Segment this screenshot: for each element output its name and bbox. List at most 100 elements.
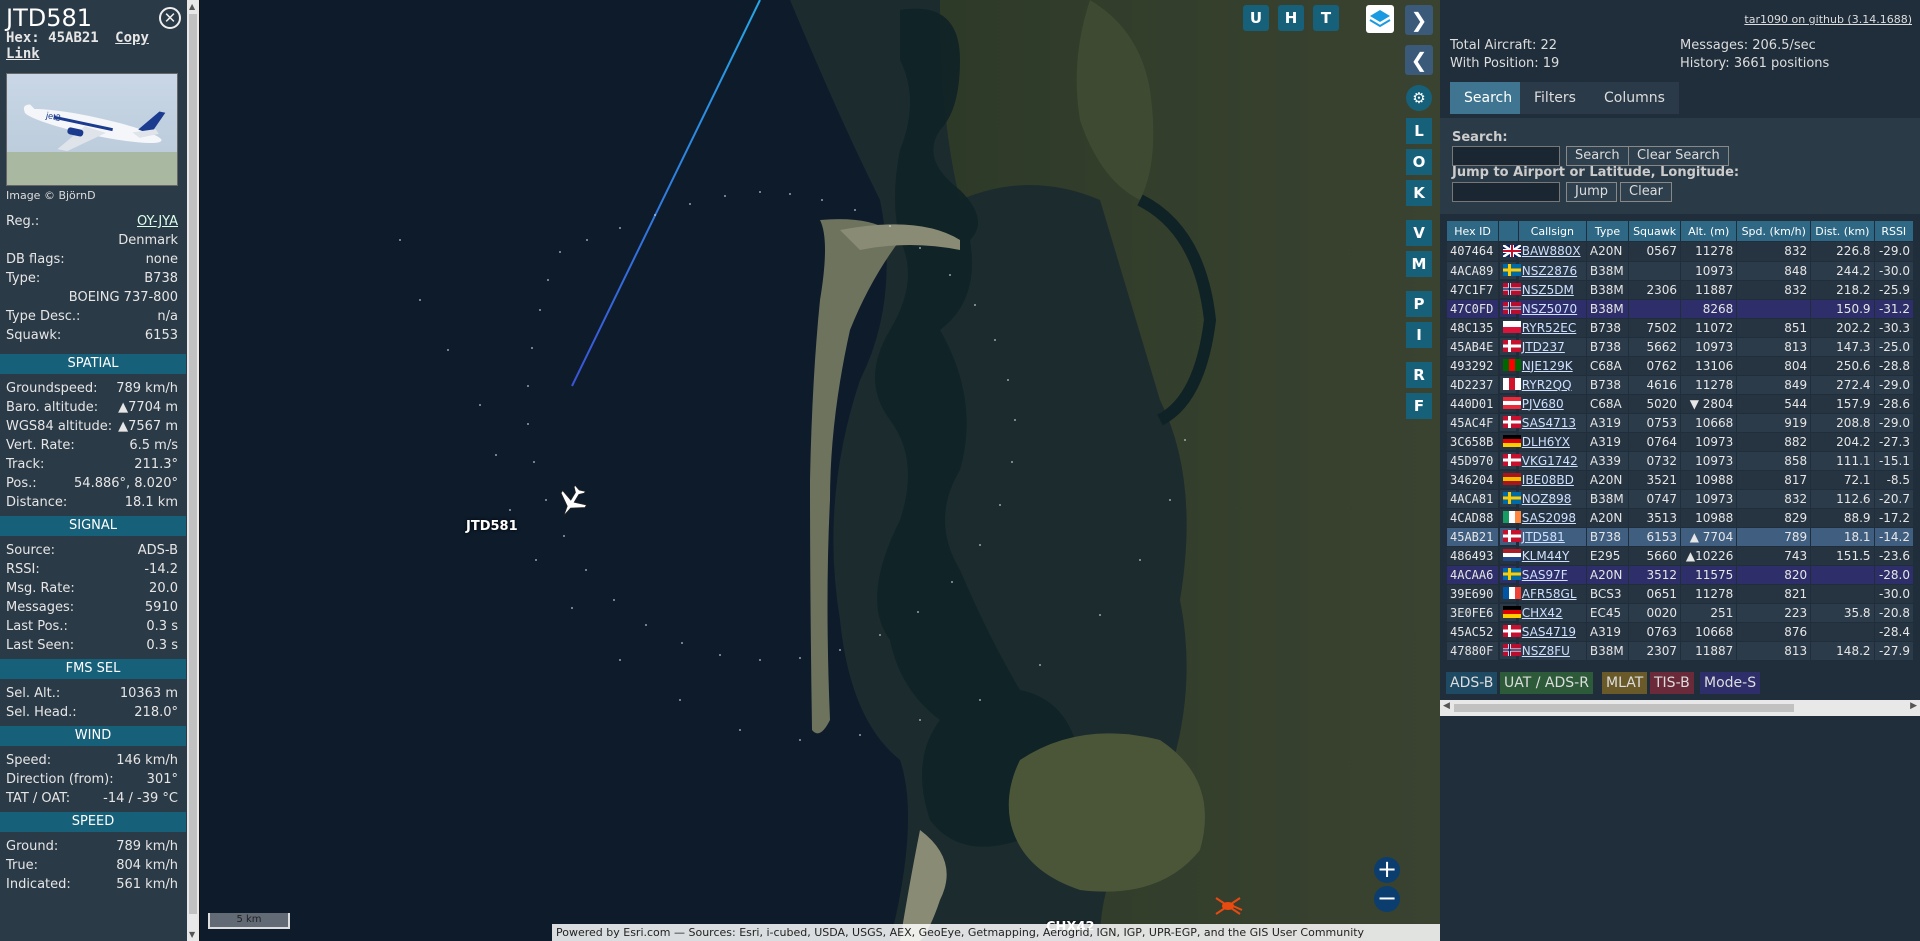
table-row[interactable]: 47C0FD NSZ5070 B38M 8268 150.9 -31.2 <box>1445 298 1915 319</box>
table-row[interactable]: 45AB21 JTD581 B738 6153 ▲ 7704 789 18.1 -14.2 <box>1445 526 1915 547</box>
scroll-thumb[interactable] <box>189 14 197 914</box>
table-row[interactable]: 493292 NJE129K C68A 0762 13106 804 250.6 -28.8 <box>1445 355 1915 376</box>
table-row[interactable]: 4ACA81 NOZ898 B38M 0747 10973 832 112.6 -20.7 <box>1445 488 1915 509</box>
table-row[interactable]: 4D2237 RYR2QQ B738 4616 11278 849 272.4 -29.0 <box>1445 374 1915 395</box>
table-row[interactable]: 45D970 VKG1742 A339 0732 10973 858 111.1 -15.1 <box>1445 450 1915 471</box>
detail-value[interactable]: OY-JYA <box>137 214 178 229</box>
collapse-sidebar-button[interactable]: ❯ <box>1405 5 1433 35</box>
cell-cs[interactable]: SAS4713 <box>1517 412 1587 433</box>
cell-cs[interactable]: AFR58GL <box>1517 583 1587 604</box>
cell-cs[interactable]: SAS4719 <box>1517 621 1587 642</box>
cell-alt: 10988 <box>1679 507 1738 528</box>
toggle-h-button[interactable]: H <box>1278 5 1304 31</box>
cell-cs[interactable]: VKG1742 <box>1517 450 1587 471</box>
cell-cs[interactable]: JTD581 <box>1517 526 1587 547</box>
cell-cs[interactable]: CHX42 <box>1517 602 1587 623</box>
toggle-l-button[interactable]: L <box>1406 118 1432 144</box>
cell-cs[interactable]: NSZ2876 <box>1517 260 1587 281</box>
table-row[interactable]: 39E690 AFR58GL BCS3 0651 11278 821 -30.0 <box>1445 583 1915 604</box>
map[interactable]: JTD581 CHX42 U H T ❯ ◂▸ ❮ ⚙ L O K V M P … <box>200 0 1440 941</box>
toggle-i-button[interactable]: I <box>1406 322 1432 348</box>
table-row[interactable]: 4ACA89 NSZ2876 B38M 10973 848 244.2 -30.0 <box>1445 260 1915 281</box>
clear-jump-button[interactable]: Clear <box>1620 182 1672 202</box>
cell-hex: 407464 <box>1445 241 1500 262</box>
column-header[interactable]: Hex ID <box>1445 220 1500 242</box>
cell-rssi: -29.0 <box>1873 412 1915 433</box>
layers-button[interactable] <box>1366 5 1394 33</box>
left-panel-scrollbar[interactable]: ▲ ▼ <box>187 0 199 941</box>
table-row[interactable]: 45AC4F SAS4713 A319 0753 10668 919 208.8 -29.0 <box>1445 412 1915 433</box>
table-horizontal-scrollbar[interactable]: ◀ ▶ <box>1440 700 1920 716</box>
table-row[interactable]: 47C1F7 NSZ5DM B38M 2306 11887 832 218.2 -25.9 <box>1445 279 1915 300</box>
table-row[interactable]: 4ACAA6 SAS97F A20N 3512 11575 820 -28.0 <box>1445 564 1915 585</box>
cell-cs[interactable]: BAW880X <box>1517 241 1587 262</box>
cell-rssi: -31.2 <box>1873 298 1915 319</box>
column-header[interactable]: RSSI <box>1873 220 1915 242</box>
table-row[interactable]: 47880F NSZ8FU B38M 2307 11887 813 148.2 -27.9 <box>1445 640 1915 661</box>
toggle-k-button[interactable]: K <box>1406 180 1432 206</box>
close-icon[interactable]: ✕ <box>159 7 181 29</box>
hide-table-button[interactable]: ❮ <box>1405 45 1433 75</box>
table-row[interactable]: 45AB4E JTD237 B738 5662 10973 813 147.3 -25.0 <box>1445 336 1915 357</box>
table-row[interactable]: 4CAD88 SAS2098 A20N 3513 10988 829 88.9 -17.2 <box>1445 507 1915 528</box>
column-header[interactable] <box>1498 220 1519 242</box>
column-header[interactable]: Squawk <box>1628 220 1681 242</box>
scroll-up-icon[interactable]: ▲ <box>189 2 195 11</box>
cell-type: B38M <box>1585 298 1630 319</box>
toggle-p-button[interactable]: P <box>1406 291 1432 317</box>
scroll-left-icon[interactable]: ◀ <box>1443 701 1450 711</box>
toggle-t-button[interactable]: T <box>1313 5 1339 31</box>
jump-button[interactable]: Jump <box>1566 182 1617 202</box>
toggle-v-button[interactable]: V <box>1406 220 1432 246</box>
toggle-u-button[interactable]: U <box>1243 5 1269 31</box>
scroll-thumb[interactable] <box>1454 704 1794 712</box>
scroll-right-icon[interactable]: ▶ <box>1910 701 1917 711</box>
jump-input[interactable] <box>1452 182 1560 202</box>
zoom-out-button[interactable]: − <box>1374 886 1400 912</box>
cell-cs[interactable]: JTD237 <box>1517 336 1587 357</box>
cell-cs[interactable]: RYR52EC <box>1517 317 1587 338</box>
search-input[interactable] <box>1452 146 1560 166</box>
column-header[interactable]: Alt. (m) <box>1679 220 1738 242</box>
cell-cs[interactable]: NOZ898 <box>1517 488 1587 509</box>
column-header[interactable]: Callsign <box>1517 220 1587 242</box>
cell-cs[interactable]: PJV680 <box>1517 393 1587 414</box>
table-row[interactable]: 346204 IBE08BD A20N 3521 10988 817 72.1 -8.5 <box>1445 469 1915 490</box>
toggle-m-button[interactable]: M <box>1406 251 1432 277</box>
cell-cs[interactable]: DLH6YX <box>1517 431 1587 452</box>
cell-cs[interactable]: SAS2098 <box>1517 507 1587 528</box>
table-row[interactable]: 407464 BAW880X A20N 0567 11278 832 226.8 -29.0 <box>1445 241 1915 262</box>
table-row[interactable]: 3E0FE6 CHX42 EC45 0020 251 223 35.8 -20.8 <box>1445 602 1915 623</box>
column-header[interactable]: Spd. (km/h) <box>1736 220 1812 242</box>
aircraft-photo[interactable]: jet2 <box>6 73 178 186</box>
flag-icon <box>1499 394 1522 413</box>
settings-button[interactable]: ⚙ <box>1406 85 1432 111</box>
table-row[interactable]: 440D01 PJV680 C68A 5020 ▼ 2804 544 157.9 -28.6 <box>1445 393 1915 414</box>
cell-cs[interactable]: NSZ5070 <box>1517 298 1587 319</box>
cell-cs[interactable]: NJE129K <box>1517 355 1587 376</box>
scroll-down-icon[interactable]: ▼ <box>189 930 195 939</box>
table-row[interactable]: 45AC52 SAS4719 A319 0763 10668 876 -28.4 <box>1445 621 1915 642</box>
tab-search[interactable]: Search <box>1450 82 1527 114</box>
column-header[interactable]: Type <box>1585 220 1630 242</box>
toggle-f-button[interactable]: F <box>1406 393 1432 419</box>
search-button[interactable]: Search <box>1566 146 1629 166</box>
cell-cs[interactable]: IBE08BD <box>1517 469 1587 490</box>
zoom-in-button[interactable]: + <box>1374 857 1400 883</box>
cell-cs[interactable]: KLM44Y <box>1517 545 1587 566</box>
cell-cs[interactable]: SAS97F <box>1517 564 1587 585</box>
cell-cs[interactable]: NSZ8FU <box>1517 640 1587 661</box>
detail-row: Type Desc.: n/a <box>6 309 178 327</box>
github-link[interactable]: tar1090 on github (3.14.1688) <box>1744 13 1912 26</box>
tab-filters[interactable]: Filters <box>1520 82 1590 114</box>
toggle-o-button[interactable]: O <box>1406 149 1432 175</box>
table-row[interactable]: 486493 KLM44Y E295 5660 ▲10226 743 151.5 -23.6 <box>1445 545 1915 566</box>
cell-cs[interactable]: NSZ5DM <box>1517 279 1587 300</box>
clear-search-button[interactable]: Clear Search <box>1628 146 1729 166</box>
cell-cs[interactable]: RYR2QQ <box>1517 374 1587 395</box>
table-row[interactable]: 48C135 RYR52EC B738 7502 11072 851 202.2 -30.3 <box>1445 317 1915 338</box>
tab-columns[interactable]: Columns <box>1590 82 1679 114</box>
toggle-r-button[interactable]: R <box>1406 362 1432 388</box>
column-header[interactable]: Dist. (km) <box>1810 220 1875 242</box>
table-row[interactable]: 3C658B DLH6YX A319 0764 10973 882 204.2 -27.3 <box>1445 431 1915 452</box>
